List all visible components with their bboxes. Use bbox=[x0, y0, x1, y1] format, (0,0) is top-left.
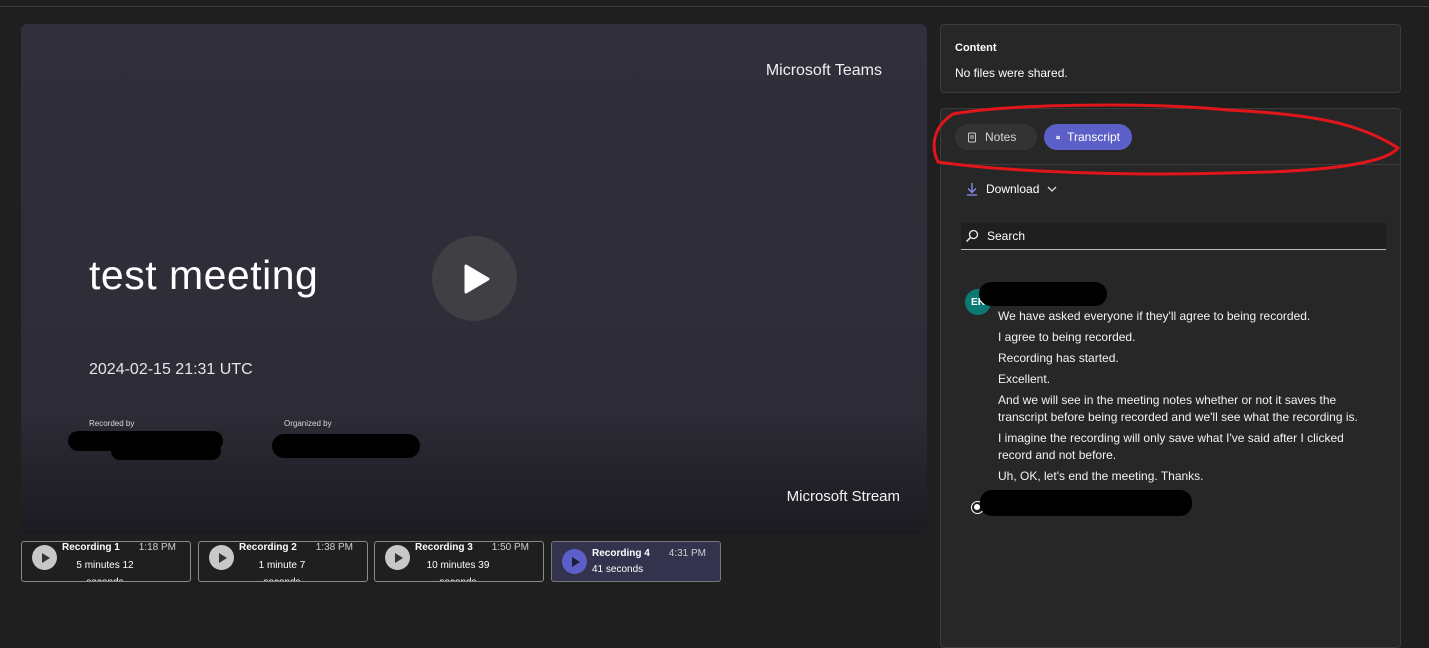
meeting-title: test meeting bbox=[89, 252, 319, 298]
transcript-line: Excellent. bbox=[998, 372, 1051, 386]
teams-brand-label: Microsoft Teams bbox=[765, 62, 882, 79]
annotation-circle bbox=[932, 103, 1401, 176]
transcript-line: I agree to being recorded. bbox=[998, 330, 1136, 344]
recording-time: 1:50 PM bbox=[491, 542, 529, 553]
transcript-line: Recording has started. bbox=[998, 351, 1119, 365]
play-icon bbox=[464, 264, 489, 293]
search-icon bbox=[965, 229, 979, 243]
recording-time: 1:38 PM bbox=[315, 542, 353, 553]
transcript-search-input[interactable]: Search bbox=[961, 223, 1386, 250]
content-panel: Content No files were shared. bbox=[940, 24, 1401, 93]
download-icon bbox=[967, 183, 977, 196]
recording-name: Recording 3 bbox=[415, 542, 473, 553]
search-placeholder: Search bbox=[987, 229, 1026, 243]
recording-card-2[interactable]: Recording 2 1:38 PM 1 minute 7 seconds bbox=[198, 541, 368, 582]
recording-name: Recording 4 bbox=[592, 548, 650, 559]
download-button[interactable]: Download bbox=[966, 182, 1057, 196]
redaction-mark bbox=[272, 434, 420, 458]
recording-duration: 41 seconds bbox=[592, 564, 644, 575]
play-icon bbox=[209, 545, 234, 570]
recording-time: 1:18 PM bbox=[138, 542, 176, 553]
play-icon bbox=[562, 549, 587, 574]
play-button[interactable] bbox=[432, 236, 517, 321]
recording-duration: 10 minutes 39 seconds bbox=[426, 560, 490, 581]
recording-duration: 1 minute 7 seconds bbox=[258, 560, 306, 581]
video-player[interactable]: Microsoft Teams test meeting 2024-02-15 … bbox=[21, 24, 927, 534]
play-icon bbox=[385, 545, 410, 570]
transcript-line: Uh, OK, let's end the meeting. Thanks. bbox=[998, 469, 1204, 483]
recording-card-1[interactable]: Recording 1 1:18 PM 5 minutes 12 seconds bbox=[21, 541, 191, 582]
transcript-line: I imagine the recording will only save w… bbox=[998, 431, 1344, 462]
transcript-panel: Notes Transcript Download Search EK We h… bbox=[940, 108, 1401, 648]
content-heading: Content bbox=[955, 42, 997, 54]
download-label: Download bbox=[986, 182, 1040, 196]
redaction-mark bbox=[980, 490, 1192, 516]
recording-name: Recording 2 bbox=[239, 542, 297, 553]
organized-by-label: Organized by bbox=[284, 419, 332, 428]
recording-card-4[interactable]: Recording 4 4:31 PM 41 seconds bbox=[551, 541, 721, 582]
content-body: No files were shared. bbox=[955, 66, 1068, 80]
meeting-date: 2024-02-15 21:31 UTC bbox=[89, 361, 253, 378]
chevron-down-icon bbox=[1047, 186, 1057, 192]
transcript-line: And we will see in the meeting notes whe… bbox=[998, 393, 1358, 424]
redaction-mark bbox=[979, 282, 1107, 306]
redaction-mark bbox=[111, 442, 221, 460]
recording-duration: 5 minutes 12 seconds bbox=[76, 560, 134, 581]
recording-time: 4:31 PM bbox=[668, 548, 706, 559]
transcript-line: We have asked everyone if they'll agree … bbox=[998, 309, 1311, 323]
top-divider bbox=[0, 6, 1429, 7]
recording-name: Recording 1 bbox=[62, 542, 120, 553]
play-icon bbox=[32, 545, 57, 570]
recording-card-3[interactable]: Recording 3 1:50 PM 10 minutes 39 second… bbox=[374, 541, 544, 582]
transcript-lines: We have asked everyone if they'll agree … bbox=[998, 308, 1368, 489]
stream-brand-label: Microsoft Stream bbox=[786, 488, 900, 505]
recorded-by-label: Recorded by bbox=[89, 419, 135, 428]
